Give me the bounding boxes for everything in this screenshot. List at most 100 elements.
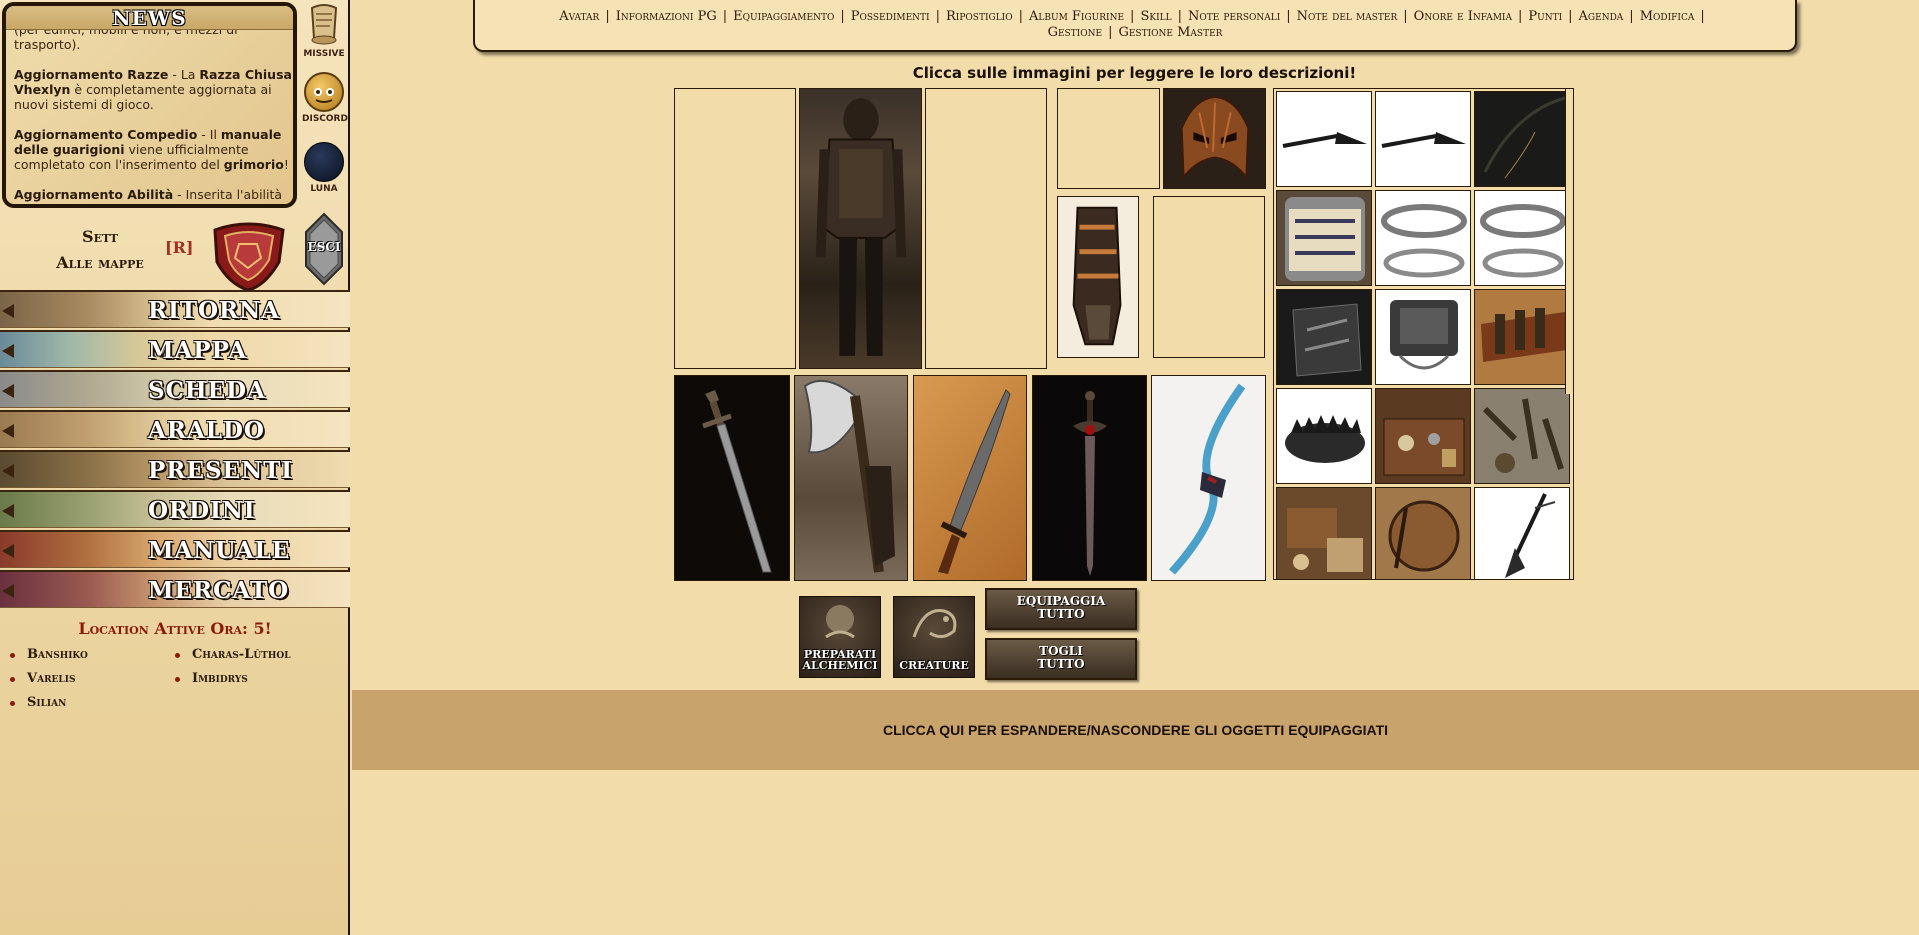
weapon-slot-dagger[interactable] bbox=[913, 375, 1027, 581]
equip-slot-empty[interactable] bbox=[1057, 88, 1160, 189]
tab-ripostiglio[interactable]: Ripostiglio bbox=[946, 9, 1013, 24]
tab-possedimenti[interactable]: Possedimenti bbox=[851, 9, 930, 24]
sword-image bbox=[702, 390, 772, 573]
inventory-item[interactable] bbox=[1474, 91, 1570, 187]
news-item: Aggiornamento Abilità - Inserita l'abili… bbox=[14, 187, 283, 202]
tab-gestione[interactable]: Gestione bbox=[1048, 25, 1103, 40]
inventory-item[interactable] bbox=[1276, 91, 1372, 187]
tab-note-del-master[interactable]: Note del master bbox=[1297, 9, 1398, 24]
inventory-item[interactable] bbox=[1276, 190, 1372, 286]
discord-label: DISCORD bbox=[302, 114, 348, 124]
character-tabs: Avatar | Informazioni PG | Equipaggiamento | P… bbox=[473, 0, 1797, 52]
inventory-item[interactable] bbox=[1474, 487, 1570, 579]
nav-label: ORDINI bbox=[148, 497, 256, 524]
inventory-scrollbar[interactable] bbox=[1565, 89, 1573, 394]
location-item[interactable]: Charas-Lûthol bbox=[175, 647, 291, 662]
equipaggia-tutto-button[interactable]: EQUIPAGGIA TUTTO bbox=[985, 588, 1137, 630]
equip-slot-empty[interactable] bbox=[1153, 196, 1265, 358]
nav-scheda[interactable]: SCHEDA bbox=[0, 370, 350, 408]
tab-informazioni-pg[interactable]: Informazioni PG bbox=[616, 9, 717, 24]
nav-ritorna[interactable]: RITORNA bbox=[0, 290, 350, 328]
tab-equipaggiamento[interactable]: Equipaggiamento bbox=[733, 9, 834, 24]
arrow-left-icon bbox=[2, 304, 14, 318]
inventory-item[interactable] bbox=[1276, 289, 1372, 385]
nav-presenti[interactable]: PRESENTI bbox=[0, 450, 350, 488]
preparati-alchemici-button[interactable]: PREPARATI ALCHEMICI bbox=[799, 596, 881, 678]
weapon-slot-bow[interactable] bbox=[1151, 375, 1266, 581]
togli-tutto-button[interactable]: TOGLI TUTTO bbox=[985, 638, 1137, 680]
equip-slot-armor[interactable] bbox=[799, 88, 922, 369]
tab-onore-e-infamia[interactable]: Onore e Infamia bbox=[1414, 9, 1512, 24]
news-item: Aggiornamento Razze - La Razza Chiusa Vh… bbox=[14, 67, 292, 112]
expand-equipped-toggle[interactable]: CLICCA QUI PER ESPANDERE/NASCONDERE GLI … bbox=[352, 690, 1919, 770]
inventory-item[interactable] bbox=[1375, 190, 1471, 286]
sett-badge[interactable]: [R] bbox=[165, 238, 193, 257]
news-body: (per edifici, mobili e non, e mezzi di t… bbox=[14, 22, 292, 204]
kit-item-icon bbox=[1383, 418, 1465, 476]
weapon-slot-sword[interactable] bbox=[674, 375, 790, 581]
missive-button[interactable]: MISSIVE bbox=[302, 2, 346, 59]
creature-button[interactable]: CREATURE bbox=[893, 596, 975, 678]
equipaggia-label: EQUIPAGGIA TUTTO bbox=[1016, 594, 1106, 621]
pouch-item-icon bbox=[1388, 500, 1460, 572]
news-panel[interactable]: (per edifici, mobili e non, e mezzi di t… bbox=[2, 2, 297, 208]
inventory-panel[interactable] bbox=[1273, 88, 1574, 580]
weapon-slot-blade[interactable] bbox=[1032, 375, 1147, 581]
tab-skill[interactable]: Skill bbox=[1140, 9, 1171, 24]
sett-line1: Sett bbox=[82, 227, 118, 246]
dragon-icon bbox=[912, 609, 957, 638]
equip-slot-empty[interactable] bbox=[674, 88, 796, 369]
location-item[interactable]: Varelis bbox=[9, 671, 75, 686]
nav-manuale[interactable]: MANUALE bbox=[0, 530, 350, 568]
inventory-item[interactable] bbox=[1375, 91, 1471, 187]
inventory-item[interactable] bbox=[1474, 289, 1570, 385]
arrow-left-icon bbox=[2, 584, 14, 598]
discord-button[interactable]: DISCORD bbox=[302, 72, 348, 124]
tab-gestione-master[interactable]: Gestione Master bbox=[1118, 25, 1222, 40]
tab-agenda[interactable]: Agenda bbox=[1579, 9, 1624, 24]
news-title: NEWS bbox=[6, 6, 293, 30]
tab-avatar[interactable]: Avatar bbox=[559, 9, 599, 24]
esci-button[interactable]: ESCI bbox=[302, 212, 346, 286]
nav-mercato[interactable]: MERCATO bbox=[0, 570, 350, 608]
bandolier-item-icon bbox=[1481, 308, 1567, 362]
tab-note-personali[interactable]: Note personali bbox=[1188, 9, 1280, 24]
nav-ordini[interactable]: ORDINI bbox=[0, 490, 350, 528]
tab-punti[interactable]: Punti bbox=[1528, 9, 1562, 24]
nav-label: MAPPA bbox=[148, 337, 248, 364]
bracelet-item-icon bbox=[1381, 204, 1467, 278]
arrow-left-icon bbox=[2, 504, 14, 518]
tab-modifica[interactable]: Modifica bbox=[1640, 9, 1695, 24]
inventory-item[interactable] bbox=[1474, 190, 1570, 286]
nav-araldo[interactable]: ARALDO bbox=[0, 410, 350, 448]
equip-slot-helmet[interactable] bbox=[1163, 88, 1266, 189]
nav-mappa[interactable]: MAPPA bbox=[0, 330, 350, 368]
discord-icon bbox=[304, 72, 344, 112]
nav-label: MERCATO bbox=[148, 577, 290, 604]
moon-icon bbox=[304, 142, 344, 182]
equip-slot-empty[interactable] bbox=[925, 88, 1047, 369]
tab-album-figurine[interactable]: Album Figurine bbox=[1029, 9, 1124, 24]
inventory-item[interactable] bbox=[1375, 289, 1471, 385]
arrow-item-icon bbox=[1381, 132, 1466, 148]
location-item[interactable]: Imbidrys bbox=[175, 671, 248, 686]
inventory-item[interactable] bbox=[1276, 487, 1372, 579]
flask-item-icon bbox=[1285, 197, 1365, 281]
sett-text: Sett Alle mappe bbox=[30, 224, 170, 276]
creature-label: CREATURE bbox=[899, 659, 969, 672]
blade-image bbox=[1073, 391, 1107, 576]
inventory-item[interactable] bbox=[1474, 388, 1570, 484]
inventory-item[interactable] bbox=[1375, 388, 1471, 484]
inventory-item[interactable] bbox=[1375, 487, 1471, 579]
sett-line2[interactable]: Alle mappe bbox=[30, 250, 170, 276]
inventory-item[interactable] bbox=[1276, 388, 1372, 484]
weapon-slot-axe[interactable] bbox=[794, 375, 908, 581]
equip-slot-gloves[interactable] bbox=[1057, 196, 1139, 358]
shield-icon bbox=[213, 222, 285, 292]
bracer-image bbox=[1072, 206, 1122, 346]
arrow-left-icon bbox=[2, 344, 14, 358]
axe-image bbox=[803, 379, 895, 573]
luna-button[interactable]: LUNA bbox=[302, 142, 346, 194]
location-item[interactable]: Banshiko bbox=[10, 647, 88, 662]
location-item[interactable]: Silian bbox=[9, 695, 66, 710]
